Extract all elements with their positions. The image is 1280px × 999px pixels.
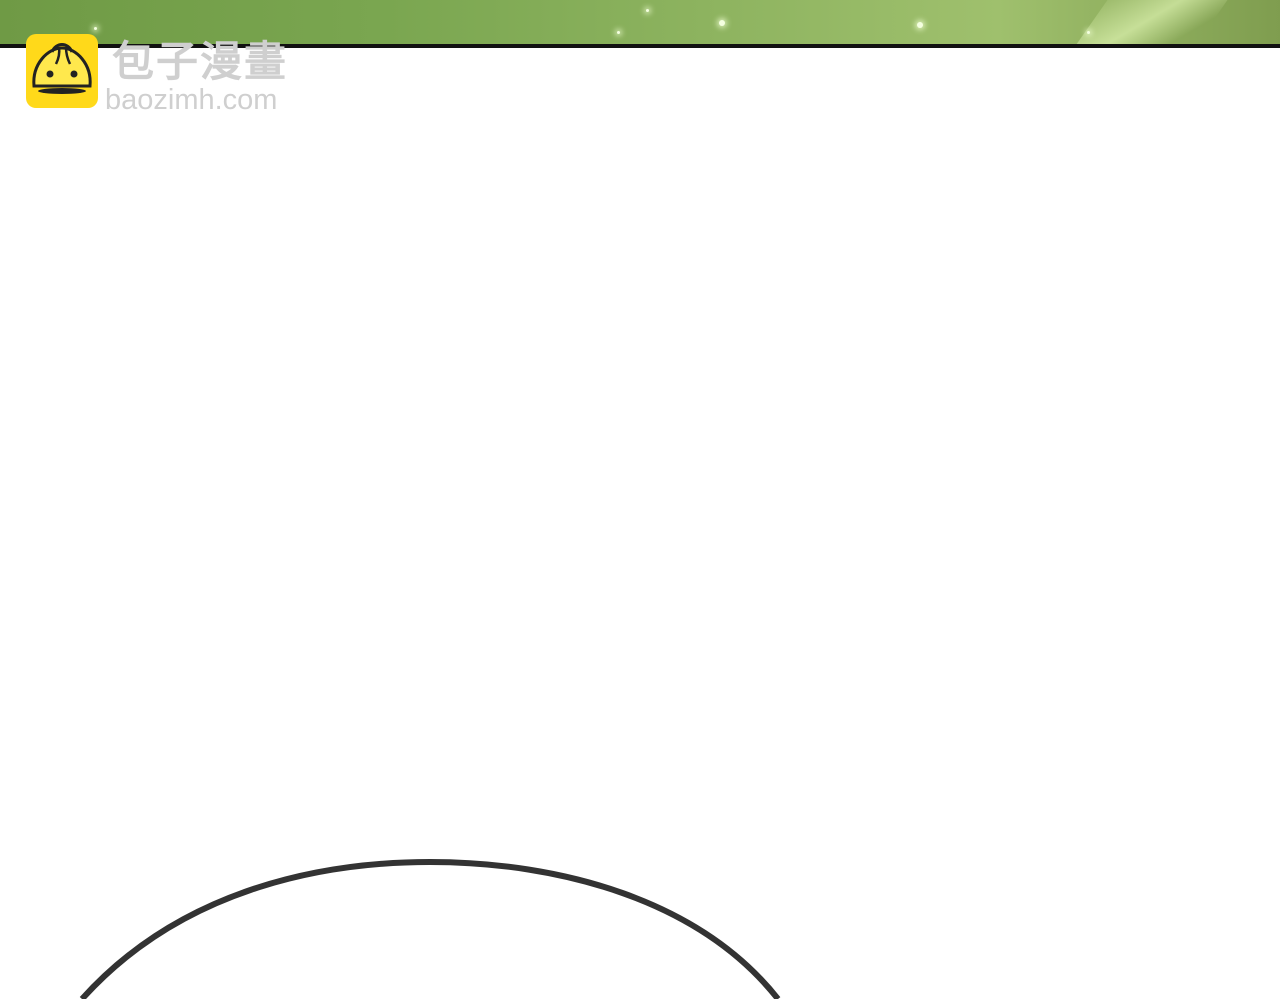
sparkle (646, 9, 649, 12)
sparkle (917, 22, 923, 28)
comic-page: 包子漫畫 baozimh.com (0, 0, 1280, 999)
sparkle (617, 31, 620, 34)
site-watermark: 包子漫畫 baozimh.com (26, 34, 326, 116)
sparkle (1087, 31, 1090, 34)
steamed-bun-mascot-icon (26, 34, 98, 108)
sparkle (719, 20, 725, 26)
watermark-title: 包子漫畫 (112, 37, 289, 86)
sparkle (94, 27, 97, 30)
speech-bubble (79, 858, 781, 999)
watermark-url: baozimh.com (105, 84, 278, 116)
light-beam (1058, 0, 1242, 44)
speech-bubble-outline (79, 858, 781, 999)
